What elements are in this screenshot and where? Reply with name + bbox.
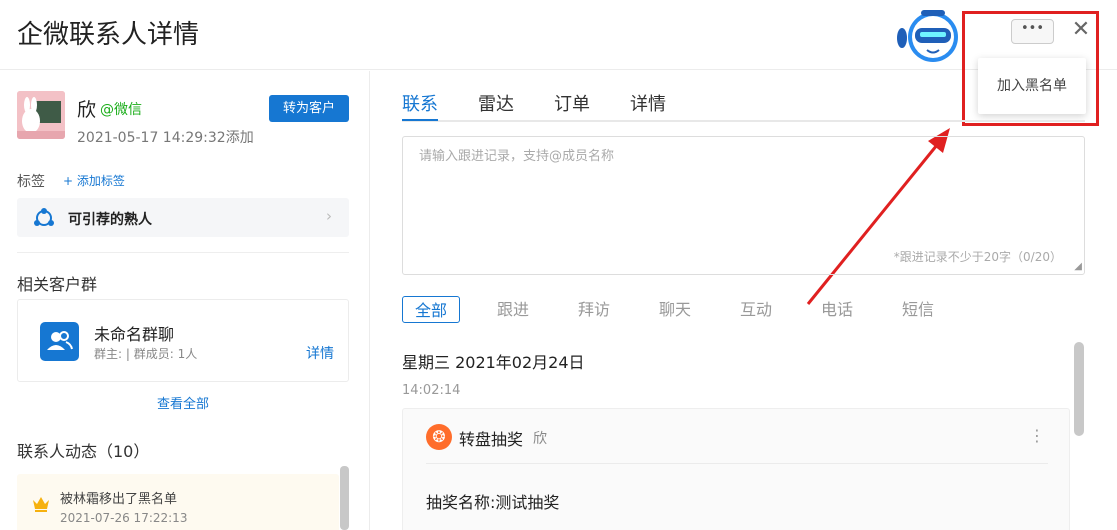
filter-sms[interactable]: 短信 (902, 296, 934, 323)
add-tag-link[interactable]: + 添加标签 (63, 172, 125, 189)
activity-item: 被林霜移出了黑名单 2021-07-26 17:22:13 (17, 474, 339, 530)
wheel-icon: ❂ (426, 424, 452, 450)
right-scrollbar[interactable] (1074, 342, 1084, 436)
added-timestamp: 2021-05-17 14:29:32添加 (77, 130, 254, 146)
tag-item[interactable]: 可引荐的熟人 › (17, 198, 349, 237)
customer-name: 欣 (77, 99, 97, 121)
tab-active-indicator (402, 119, 438, 121)
page-header: 企微联系人详情 ••• ✕ (0, 0, 1117, 70)
detail-tabs: 联系 雷达 订单 详情 (402, 88, 1085, 122)
group-name: 未命名群聊 (94, 325, 175, 344)
convert-to-customer-button[interactable]: 转为客户 (269, 95, 349, 122)
chevron-right-icon: › (326, 207, 332, 225)
event-more-icon[interactable]: ⋮ (1029, 426, 1045, 445)
event-title: 转盘抽奖 (459, 430, 524, 449)
filter-phone[interactable]: 电话 (821, 296, 853, 323)
timeline-date: 星期三 2021年02月24日 (402, 353, 585, 372)
divider (17, 252, 349, 253)
followup-counter: *跟进记录不少于20字（0/20） (893, 250, 1062, 264)
filter-all[interactable]: 全部 (402, 296, 460, 323)
filter-followup[interactable]: 跟进 (497, 296, 529, 323)
group-detail-link[interactable]: 详情 (306, 343, 334, 363)
resize-handle-icon[interactable]: ◢ (1074, 261, 1082, 272)
customer-info-panel: 欣 @微信 2021-05-17 14:29:32添加 转为客户 标签 + 添加… (0, 71, 370, 530)
page-title: 企微联系人详情 (17, 20, 200, 50)
groups-title: 相关客户群 (17, 275, 98, 294)
group-users-icon (40, 322, 79, 361)
event-body: 抽奖名称:测试抽奖 (426, 493, 560, 512)
tab-contact[interactable]: 联系 (402, 90, 438, 116)
tab-orders[interactable]: 订单 (554, 90, 590, 116)
activity-title: 联系人动态（10） (17, 442, 150, 461)
tag-label: 可引荐的熟人 (68, 212, 152, 228)
event-user: 欣 (533, 431, 547, 447)
timeline-time: 14:02:14 (402, 383, 461, 398)
followup-placeholder: 请输入跟进记录，支持@成员名称 (419, 149, 615, 164)
filter-interaction[interactable]: 互动 (740, 296, 772, 323)
avatar (17, 91, 65, 139)
followup-input[interactable]: 请输入跟进记录，支持@成员名称 *跟进记录不少于20字（0/20） ◢ (402, 136, 1085, 275)
timeline-event-card: ❂ 转盘抽奖 欣 ⋮ 抽奖名称:测试抽奖 (402, 408, 1070, 530)
filter-visit[interactable]: 拜访 (578, 296, 610, 323)
tags-label: 标签 (17, 174, 45, 190)
activity-text: 被林霜移出了黑名单 (60, 492, 178, 507)
group-meta: 群主: | 群成员: 1人 (94, 347, 198, 361)
filter-chat[interactable]: 聊天 (659, 296, 691, 323)
view-all-groups-link[interactable]: 查看全部 (17, 393, 349, 412)
divider (426, 463, 1048, 464)
tab-radar[interactable]: 雷达 (478, 90, 514, 116)
share-nodes-icon (34, 208, 54, 226)
tab-details[interactable]: 详情 (630, 90, 666, 116)
left-scrollbar[interactable] (340, 466, 349, 530)
robot-mascot-icon[interactable] (895, 8, 965, 64)
source-badge: @微信 (100, 102, 142, 118)
activity-time: 2021-07-26 17:22:13 (60, 511, 188, 525)
group-card: 未命名群聊 群主: | 群成员: 1人 详情 (17, 299, 349, 382)
crown-icon (33, 497, 49, 512)
